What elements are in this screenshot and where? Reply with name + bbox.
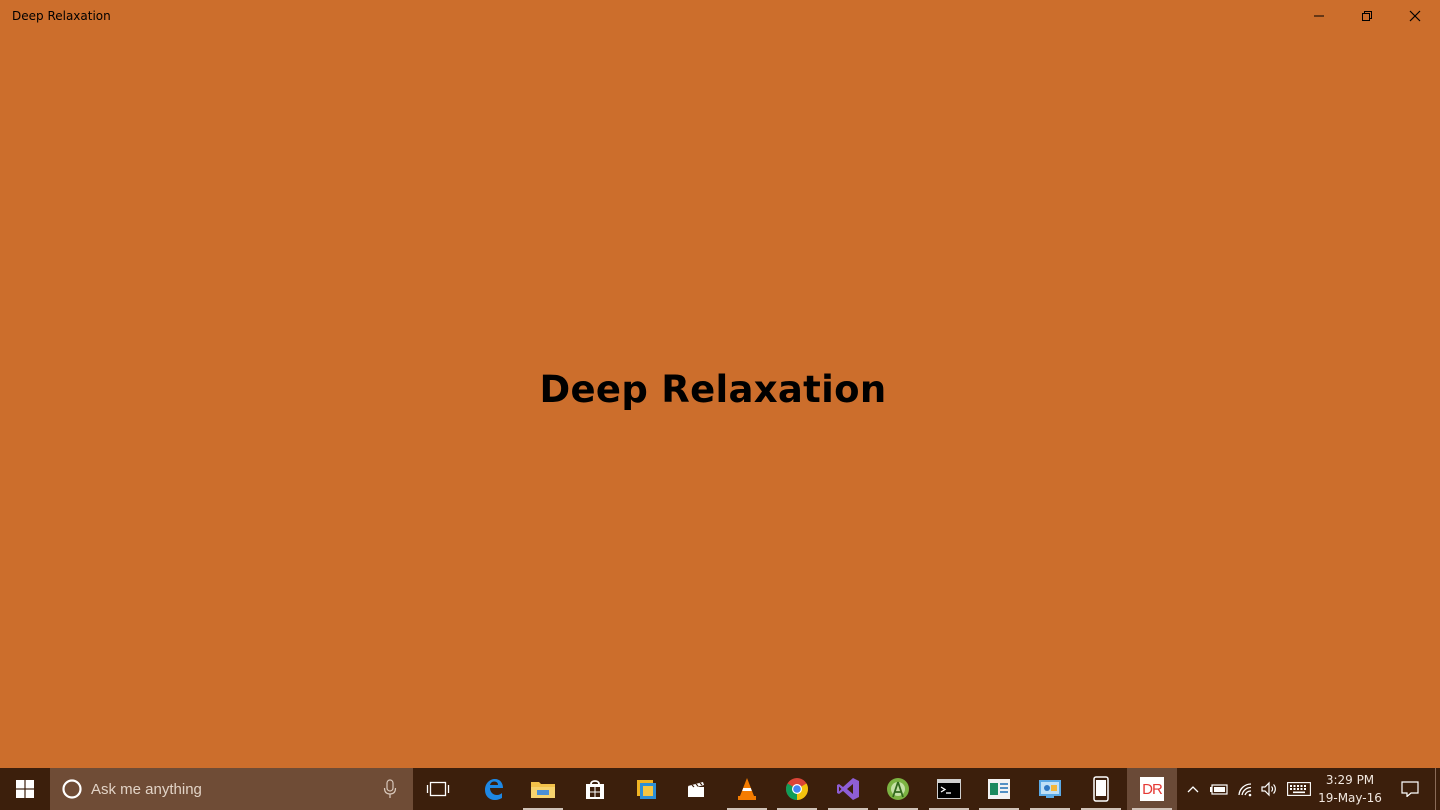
taskbar-app-chrome[interactable] <box>772 768 822 810</box>
minimize-icon <box>1314 15 1324 17</box>
clock-date: 19-May-16 <box>1318 791 1382 805</box>
volume-icon <box>1261 781 1276 797</box>
taskbar-app-store[interactable] <box>570 768 620 810</box>
search-box[interactable] <box>50 768 413 810</box>
photo-app-icon <box>637 780 656 799</box>
battery-icon <box>1210 784 1228 795</box>
network-tray-button[interactable] <box>1232 768 1258 810</box>
deep-relaxation-app-icon: DR <box>1140 777 1164 801</box>
notification-icon <box>1401 781 1419 797</box>
chevron-up-icon <box>1187 786 1199 793</box>
touch-keyboard-button[interactable] <box>1284 768 1314 810</box>
taskbar-app-movies[interactable] <box>671 768 721 810</box>
close-button[interactable] <box>1391 0 1439 32</box>
cortana-icon <box>62 779 82 799</box>
taskbar-app-android-studio[interactable] <box>873 768 923 810</box>
phone-emulator-icon <box>1093 776 1109 802</box>
restore-icon <box>1362 11 1372 21</box>
taskbar-app-command-prompt[interactable] <box>924 768 974 810</box>
volume-tray-button[interactable] <box>1257 768 1283 810</box>
taskbar-app-photos[interactable] <box>621 768 671 810</box>
taskbar-app-file-explorer[interactable] <box>518 768 568 810</box>
android-studio-icon <box>887 778 909 800</box>
app-content: Deep Relaxation <box>0 32 1440 768</box>
restore-button[interactable] <box>1343 0 1391 32</box>
edge-icon <box>485 779 503 800</box>
reader-app-icon <box>988 779 1010 799</box>
store-icon <box>586 780 604 799</box>
search-input[interactable] <box>91 774 371 804</box>
clock-time: 3:29 PM <box>1325 773 1375 787</box>
movies-tv-icon <box>688 782 704 797</box>
page-title: Deep Relaxation <box>539 368 887 411</box>
task-view-icon <box>426 781 450 797</box>
taskbar-app-deep-relaxation[interactable]: DR <box>1127 768 1177 810</box>
control-panel-icon <box>1039 780 1061 798</box>
command-prompt-icon <box>937 779 961 799</box>
app-icon-label: DR <box>1142 780 1163 798</box>
windows-logo-icon <box>16 780 34 798</box>
taskbar-app-visual-studio[interactable] <box>823 768 873 810</box>
taskbar-app-vlc[interactable] <box>722 768 772 810</box>
taskbar-clock[interactable]: 3:29 PM 19-May-16 <box>1314 768 1386 810</box>
close-icon <box>1409 10 1421 22</box>
battery-tray-button[interactable] <box>1206 768 1232 810</box>
taskbar-app-edge[interactable] <box>468 768 518 810</box>
wifi-icon <box>1238 783 1252 797</box>
taskbar-app-phone-emulator[interactable] <box>1076 768 1126 810</box>
action-center-button[interactable] <box>1392 768 1428 810</box>
window-title: Deep Relaxation <box>12 9 111 23</box>
visual-studio-icon <box>837 778 859 800</box>
keyboard-icon <box>1287 782 1311 796</box>
task-view-button[interactable] <box>413 768 463 810</box>
title-bar[interactable]: Deep Relaxation <box>0 0 1440 32</box>
minimize-button[interactable] <box>1295 0 1343 32</box>
taskbar-app-control-panel[interactable] <box>1025 768 1075 810</box>
start-button[interactable] <box>0 768 50 810</box>
show-desktop-button[interactable] <box>1435 768 1440 810</box>
chrome-icon <box>786 778 808 800</box>
taskbar: DR <box>0 768 1440 810</box>
microphone-icon[interactable] <box>383 779 397 799</box>
taskbar-app-reader[interactable] <box>974 768 1024 810</box>
file-explorer-icon <box>531 782 555 798</box>
vlc-icon <box>738 778 756 800</box>
show-hidden-icons-button[interactable] <box>1180 768 1206 810</box>
